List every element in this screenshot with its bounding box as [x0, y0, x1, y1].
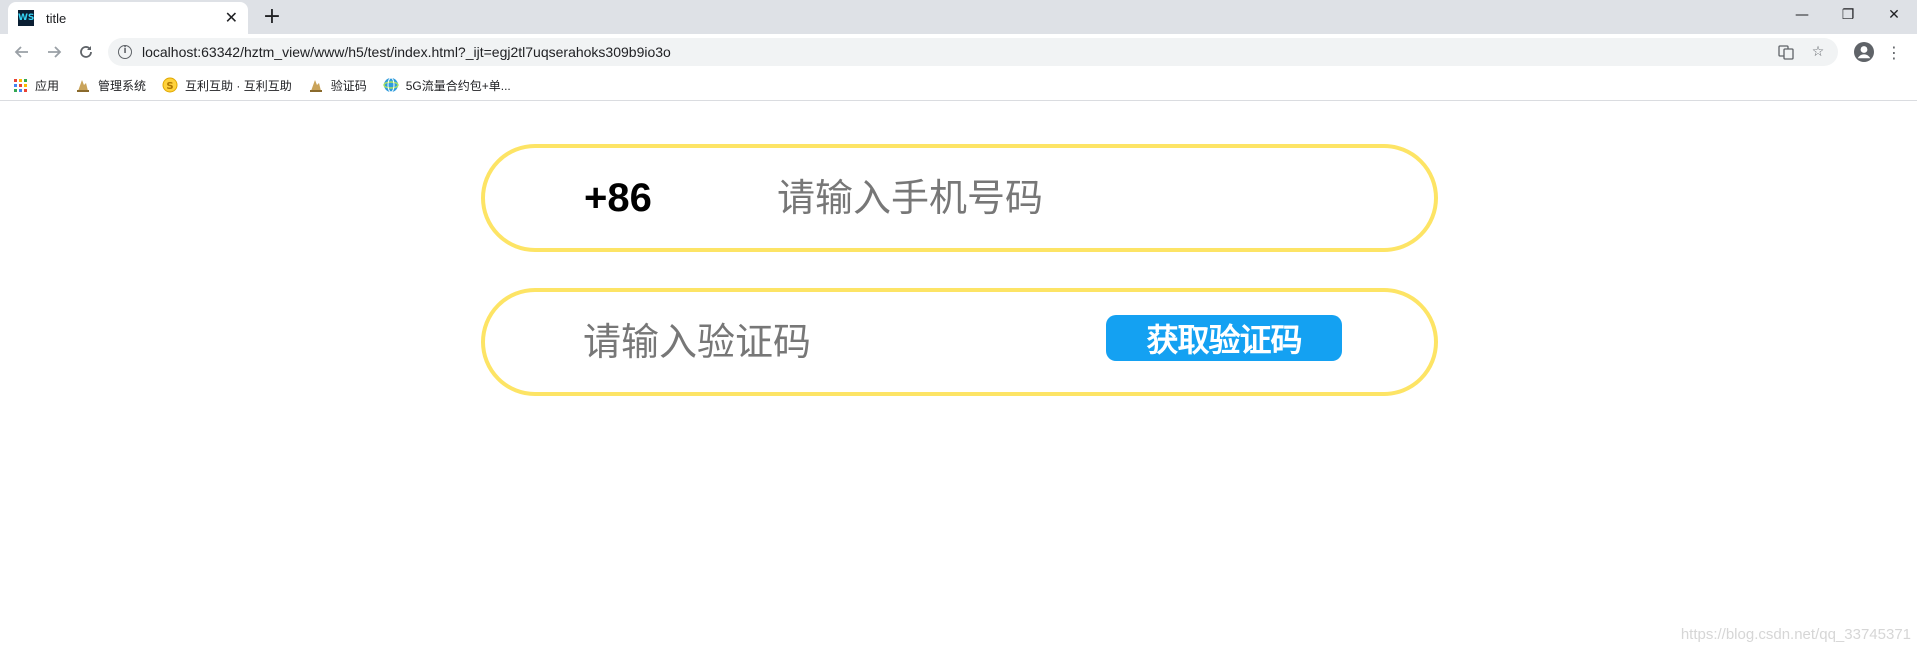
bookmark-label: 管理系统: [98, 78, 147, 93]
bookmark-label: 应用: [35, 78, 60, 93]
reload-icon: [80, 46, 92, 58]
browser-tab-active[interactable]: WS title ✕: [8, 2, 248, 34]
forward-button[interactable]: [42, 40, 66, 64]
back-arrow-icon: [14, 46, 28, 58]
phone-number-input[interactable]: [777, 162, 1337, 234]
apps-grid-icon: [12, 77, 28, 93]
watermark-text: https://blog.csdn.net/qq_33745371: [1680, 626, 1911, 643]
verification-code-input[interactable]: [583, 306, 1083, 378]
reload-button[interactable]: [74, 40, 98, 64]
bookmark-apps[interactable]: 应用: [12, 77, 59, 94]
bookmarks-bar: 应用 管理系统 S 互利互助 · 互利互助 验证码 5G流量合约包+单...: [0, 70, 1917, 101]
tab-title: title: [46, 10, 67, 26]
new-tab-button[interactable]: +: [260, 5, 284, 29]
verification-code-field-container: 获取验证码: [481, 288, 1438, 396]
back-button[interactable]: [10, 40, 34, 64]
close-window-button[interactable]: ✕: [1871, 0, 1917, 30]
bookmark-globe-icon: [383, 77, 399, 93]
address-bar[interactable]: i localhost:63342/hztm_view/www/h5/test/…: [108, 38, 1838, 66]
get-verification-code-button[interactable]: 获取验证码: [1106, 315, 1342, 361]
webstorm-favicon-icon: WS: [18, 10, 34, 26]
page-content: +86 获取验证码 https://blog.csdn.net/qq_33745…: [0, 101, 1917, 651]
account-avatar-icon: [1854, 42, 1874, 62]
bookmark-label: 验证码: [330, 78, 367, 93]
bookmark-star-icon[interactable]: ☆: [1808, 42, 1828, 62]
restore-button[interactable]: ❐: [1825, 0, 1871, 30]
bookmark-site-icon: [308, 77, 324, 93]
tab-close-icon[interactable]: ✕: [225, 10, 238, 26]
forward-arrow-icon: [48, 46, 62, 58]
translate-icon[interactable]: [1776, 42, 1796, 62]
bookmark-5g-plan[interactable]: 5G流量合约包+单...: [383, 77, 511, 94]
bookmark-mutual-aid[interactable]: S 互利互助 · 互利互助: [162, 77, 292, 94]
browser-menu-icon[interactable]: ⋮: [1886, 40, 1902, 64]
bookmark-site-icon: [75, 77, 91, 93]
phone-field-container: +86: [481, 144, 1438, 252]
bookmark-coin-icon: S: [162, 77, 178, 93]
bookmark-label: 互利互助 · 互利互助: [185, 78, 292, 93]
svg-text:S: S: [166, 81, 173, 92]
minimize-button[interactable]: —: [1779, 0, 1825, 30]
url-text[interactable]: localhost:63342/hztm_view/www/h5/test/in…: [142, 44, 1764, 60]
bookmark-captcha[interactable]: 验证码: [308, 77, 367, 94]
bookmark-admin-system[interactable]: 管理系统: [75, 77, 146, 94]
browser-toolbar: i localhost:63342/hztm_view/www/h5/test/…: [0, 34, 1917, 70]
browser-tabstrip: WS title ✕ + — ❐ ✕: [0, 0, 1917, 34]
country-code-label[interactable]: +86: [584, 148, 652, 248]
profile-button[interactable]: [1852, 40, 1876, 64]
bookmark-label: 5G流量合约包+单...: [405, 78, 511, 93]
site-info-icon[interactable]: i: [118, 45, 132, 59]
window-controls: — ❐ ✕: [1779, 0, 1917, 30]
